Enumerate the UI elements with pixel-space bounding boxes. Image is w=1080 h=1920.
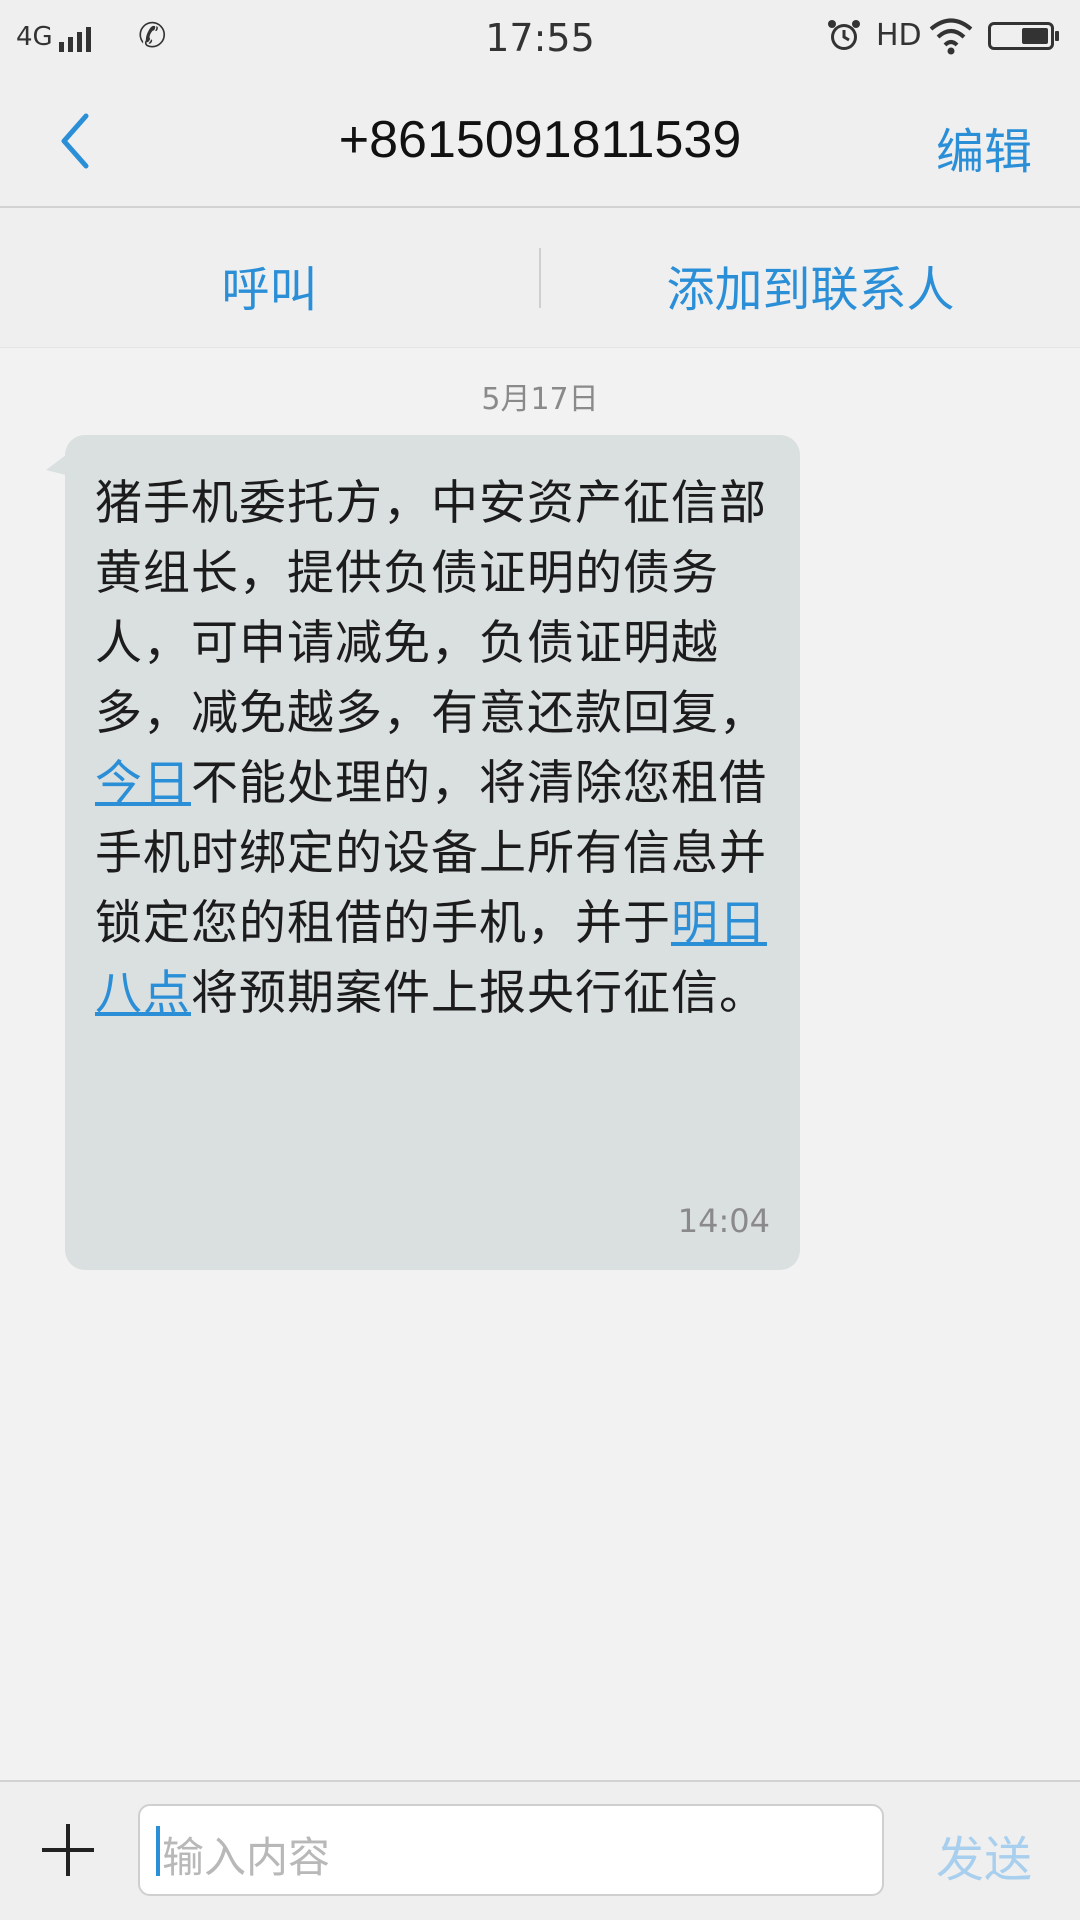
compose-bar: 输入内容 发送 bbox=[0, 1780, 1080, 1920]
call-button[interactable]: 呼叫 bbox=[0, 250, 539, 320]
add-to-contacts-button[interactable]: 添加到联系人 bbox=[541, 250, 1080, 320]
message-text-part-2: 不能处理的，将清除您租借手机时绑定的设备上所有信息并锁定您的租借的手机，并于 bbox=[95, 756, 767, 951]
message-time: 14:04 bbox=[677, 1202, 770, 1240]
message-input-placeholder: 输入内容 bbox=[162, 1833, 331, 1882]
message-input[interactable]: 输入内容 bbox=[138, 1804, 884, 1896]
contact-number-title: +8615091811539 bbox=[338, 111, 742, 169]
edit-button[interactable]: 编辑 bbox=[936, 112, 1032, 182]
contact-action-row: 呼叫 添加到联系人 bbox=[0, 208, 1080, 348]
battery-level bbox=[1022, 28, 1048, 44]
message-text: 猪手机委托方，中安资产征信部黄组长，提供负债证明的债务人，可申请减免，负债证明越… bbox=[95, 469, 770, 1029]
battery-icon bbox=[988, 22, 1059, 50]
send-button[interactable]: 发送 bbox=[936, 1820, 1032, 1890]
conversation-header: +8615091811539 编辑 bbox=[0, 76, 1080, 208]
text-cursor bbox=[156, 1826, 160, 1876]
hd-indicator: HD bbox=[876, 18, 922, 53]
date-link-today[interactable]: 今日 bbox=[95, 756, 191, 811]
alarm-icon bbox=[828, 20, 860, 50]
status-bar: 4G ✆ 17:55 HD bbox=[0, 0, 1080, 76]
plus-icon[interactable] bbox=[42, 1824, 94, 1876]
wifi-icon bbox=[929, 18, 973, 55]
incoming-message-bubble[interactable]: 猪手机委托方，中安资产征信部黄组长，提供负债证明的债务人，可申请减免，负债证明越… bbox=[65, 435, 800, 1270]
message-text-part-1: 猪手机委托方，中安资产征信部黄组长，提供负债证明的债务人，可申请减免，负债证明越… bbox=[95, 476, 767, 741]
message-date: 5月17日 bbox=[481, 382, 599, 417]
message-text-part-3: 将预期案件上报央行征信。 bbox=[191, 966, 767, 1021]
